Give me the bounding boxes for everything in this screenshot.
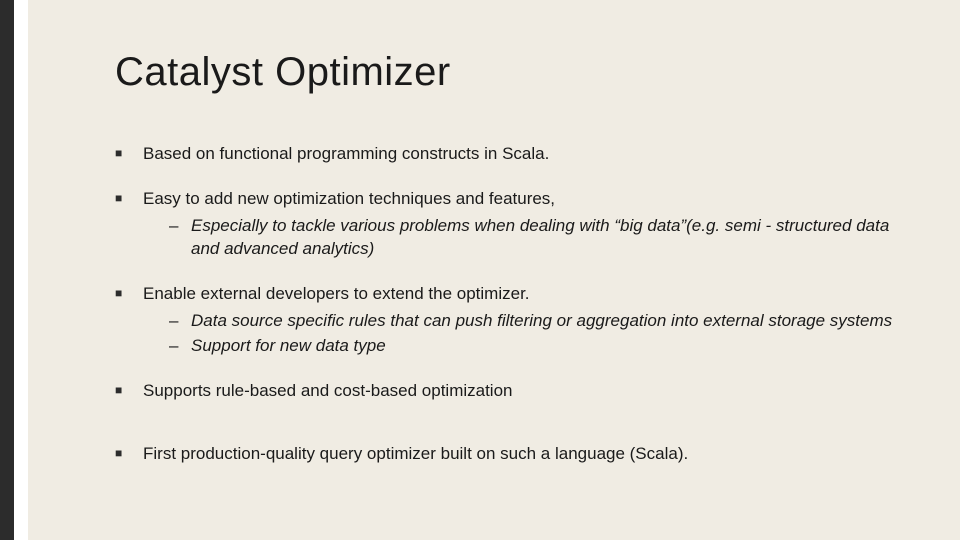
slide-title: Catalyst Optimizer	[115, 50, 920, 95]
sub-item: Support for new data type	[143, 335, 920, 358]
bullet-text: Enable external developers to extend the…	[143, 284, 530, 303]
bullet-item: First production-quality query optimizer…	[115, 443, 920, 466]
bullet-text: Easy to add new optimization techniques …	[143, 189, 555, 208]
bullet-item: Supports rule-based and cost-based optim…	[115, 380, 920, 403]
sub-list: Data source specific rules that can push…	[143, 310, 920, 358]
bullet-text: Supports rule-based and cost-based optim…	[143, 381, 513, 400]
bullet-list: Based on functional programming construc…	[115, 143, 920, 465]
sub-list: Especially to tackle various problems wh…	[143, 215, 920, 261]
sub-item: Especially to tackle various problems wh…	[143, 215, 920, 261]
accent-stripe-dark	[0, 0, 14, 540]
bullet-text: First production-quality query optimizer…	[143, 444, 688, 463]
bullet-item: Based on functional programming construc…	[115, 143, 920, 166]
accent-stripe-light	[14, 0, 28, 540]
sub-item: Data source specific rules that can push…	[143, 310, 920, 333]
bullet-item: Enable external developers to extend the…	[115, 283, 920, 358]
bullet-item: Easy to add new optimization techniques …	[115, 188, 920, 261]
slide-content: Catalyst Optimizer Based on functional p…	[115, 50, 920, 487]
bullet-text: Based on functional programming construc…	[143, 144, 549, 163]
